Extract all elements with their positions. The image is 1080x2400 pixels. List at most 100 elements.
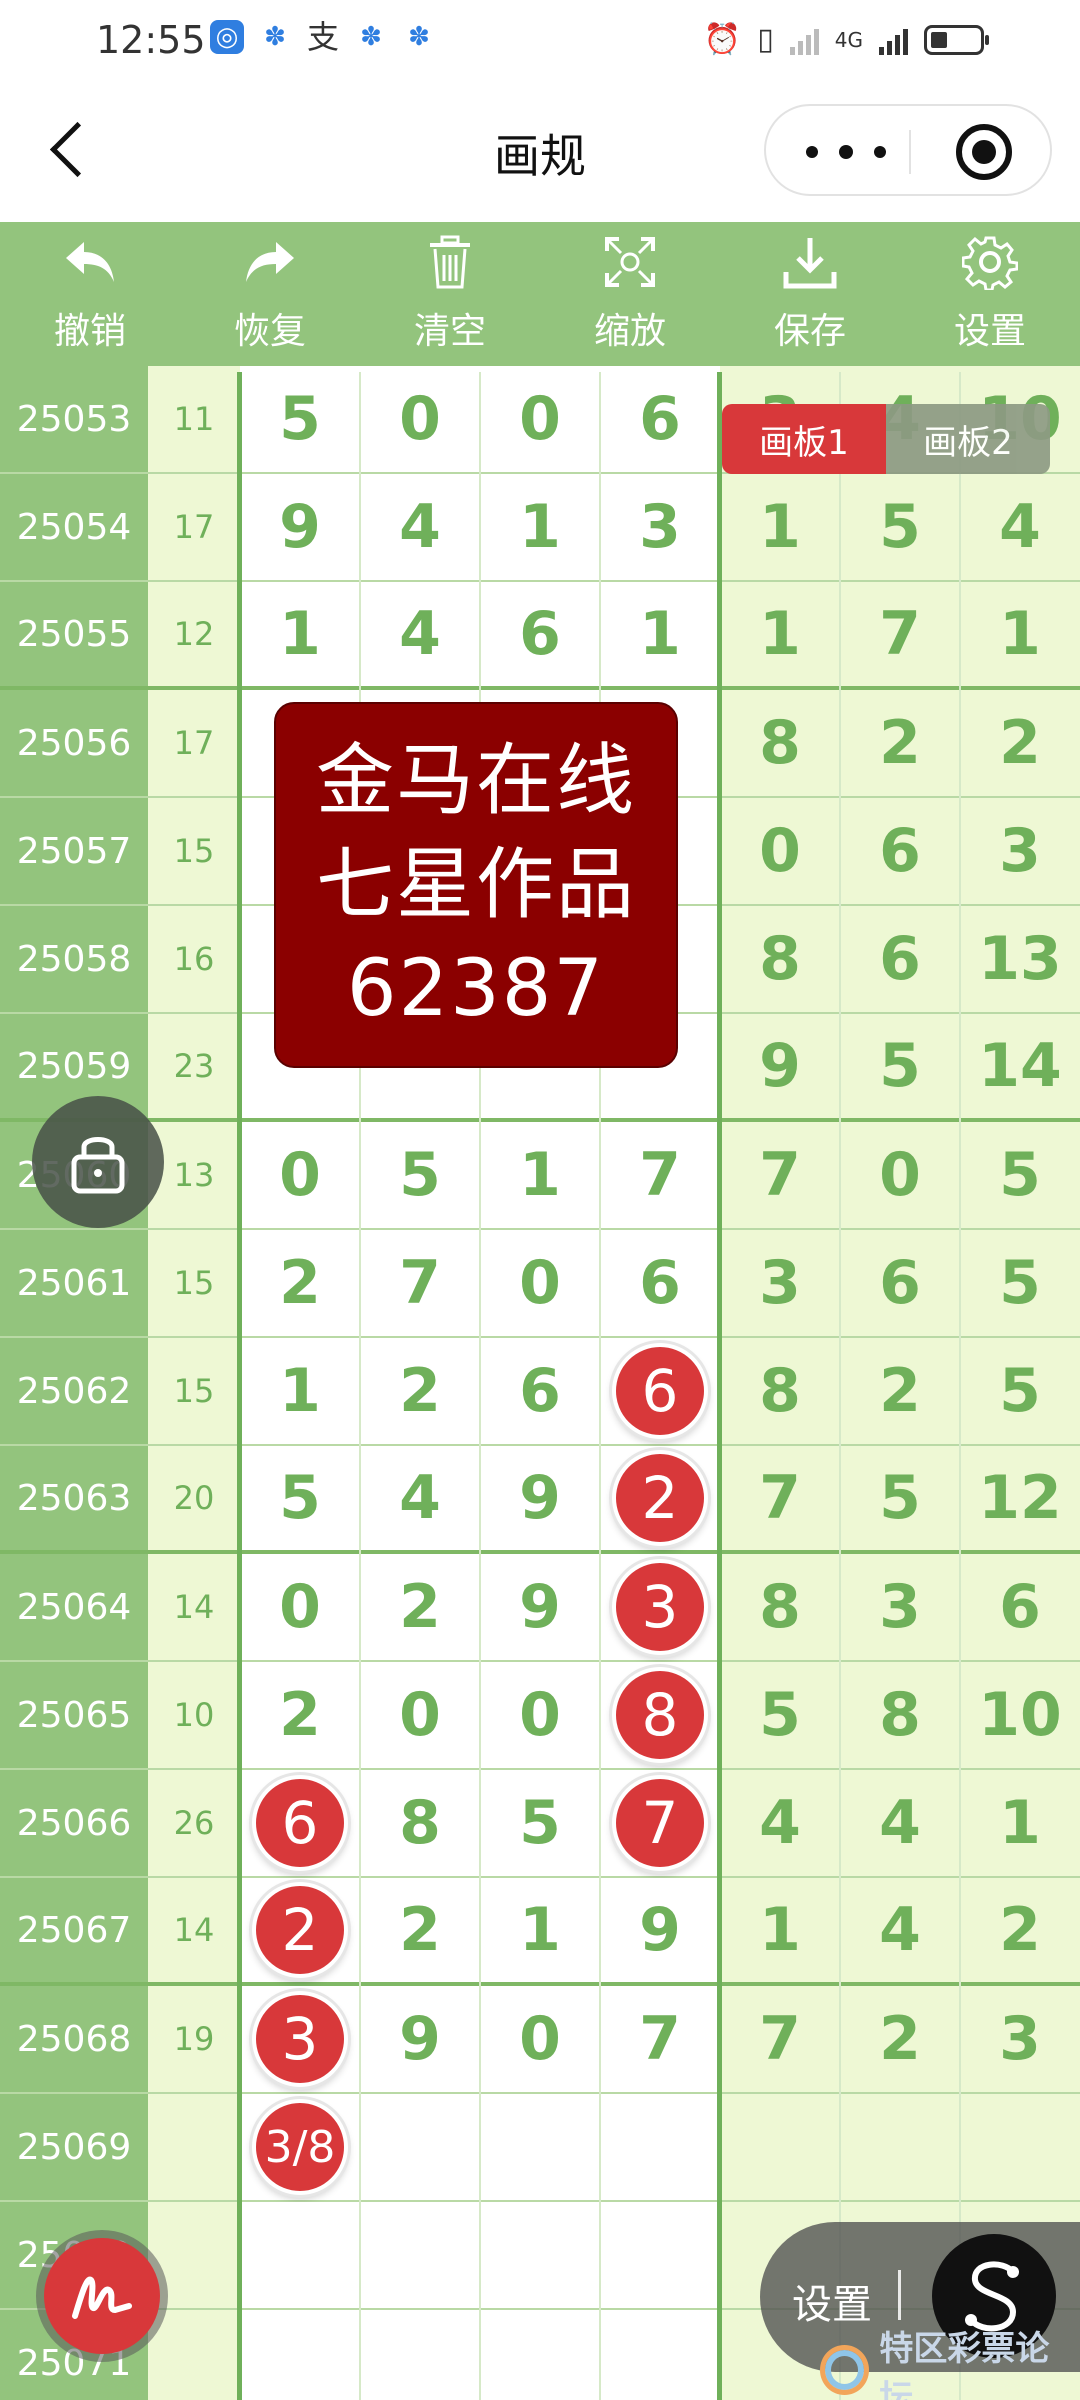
- forum-watermark: 特区彩票论坛: [820, 2329, 1080, 2400]
- marked-digit-ball[interactable]: 7: [612, 1775, 708, 1871]
- digit-cell[interactable]: 8: [360, 1770, 480, 1876]
- digit-cell[interactable]: 5: [480, 1770, 600, 1876]
- undo-button[interactable]: 撤销: [0, 222, 180, 372]
- digit-cell[interactable]: 9: [600, 1878, 720, 1982]
- marked-digit-ball[interactable]: 2: [612, 1450, 708, 1546]
- digit-sum: [148, 2310, 240, 2400]
- digit-cell[interactable]: 9: [240, 474, 360, 580]
- pen-button[interactable]: [44, 2238, 160, 2354]
- digit-cell[interactable]: [480, 2202, 600, 2308]
- digit-cell[interactable]: 6: [480, 1338, 600, 1444]
- forum-name: 特区彩票论坛: [879, 2329, 1050, 2400]
- digit-cell[interactable]: 3/8: [240, 2094, 360, 2200]
- marked-digit-ball[interactable]: 6: [252, 1775, 348, 1871]
- digit-cell[interactable]: 4: [360, 474, 480, 580]
- digit-cell[interactable]: 2: [240, 1878, 360, 1982]
- digit-cell[interactable]: 0: [360, 1662, 480, 1768]
- digit-cell[interactable]: 3: [600, 1554, 720, 1660]
- stat-cell: 3: [840, 1554, 960, 1660]
- redo-button[interactable]: 恢复: [180, 222, 360, 372]
- digit-cell[interactable]: 1: [600, 582, 720, 686]
- digit-cell[interactable]: 4: [360, 1446, 480, 1550]
- digit-cell[interactable]: 4: [360, 582, 480, 686]
- digit-cell[interactable]: 5: [240, 1446, 360, 1550]
- digit-cell[interactable]: 3: [600, 474, 720, 580]
- floating-settings-button[interactable]: 设置: [792, 2272, 872, 2330]
- digit-cell[interactable]: 8: [600, 1662, 720, 1768]
- digit-cell[interactable]: 7: [600, 1770, 720, 1876]
- digit-cell[interactable]: [240, 2310, 360, 2400]
- digit-cell[interactable]: [600, 2310, 720, 2400]
- grid-divider: [479, 372, 481, 2400]
- digit-cell[interactable]: [360, 2202, 480, 2308]
- baidu-paw-icon: ✽: [360, 22, 382, 52]
- digit-cell[interactable]: [360, 2094, 480, 2200]
- digit-cell[interactable]: 6: [600, 1338, 720, 1444]
- digit-cell[interactable]: 1: [480, 474, 600, 580]
- digit-cell[interactable]: 1: [240, 582, 360, 686]
- marked-digit-ball[interactable]: 6: [612, 1343, 708, 1439]
- save-button[interactable]: 保存: [720, 222, 900, 372]
- digit-cell[interactable]: 6: [240, 1770, 360, 1876]
- digit-cell[interactable]: [360, 2310, 480, 2400]
- stat-cell: 6: [840, 906, 960, 1012]
- alipay-icon: 支: [306, 18, 339, 56]
- digit-cell[interactable]: 9: [480, 1554, 600, 1660]
- digit-cell[interactable]: [480, 2094, 600, 2200]
- digit-cell[interactable]: 6: [600, 1230, 720, 1336]
- digit-cell[interactable]: 6: [480, 582, 600, 686]
- board-tabs: 画板1 画板2: [722, 404, 1050, 474]
- zoom-button[interactable]: 缩放: [540, 222, 720, 372]
- more-icon[interactable]: [806, 138, 886, 166]
- digit-cell[interactable]: 6: [600, 366, 720, 472]
- digit-cell[interactable]: 1: [480, 1122, 600, 1228]
- digit-cell[interactable]: 2: [240, 1662, 360, 1768]
- digit-cell[interactable]: 2: [600, 1446, 720, 1550]
- marked-digit-ball[interactable]: 8: [612, 1667, 708, 1763]
- digit-cell[interactable]: 2: [360, 1554, 480, 1660]
- digit-cell[interactable]: 5: [360, 1122, 480, 1228]
- digit-cell[interactable]: 9: [480, 1446, 600, 1550]
- lock-button[interactable]: [32, 1096, 164, 1228]
- digit-cell[interactable]: 0: [240, 1122, 360, 1228]
- tab-board-1[interactable]: 画板1: [722, 404, 886, 474]
- digit-cell[interactable]: 1: [240, 1338, 360, 1444]
- digit-cell[interactable]: 2: [360, 1338, 480, 1444]
- marked-digit-ball[interactable]: 3: [612, 1559, 708, 1655]
- digit-cell[interactable]: 9: [360, 1986, 480, 2092]
- digit-cell[interactable]: 1: [480, 1878, 600, 1982]
- digit-cell[interactable]: 0: [240, 1554, 360, 1660]
- battery-icon: [924, 24, 989, 55]
- stat-cell: 5: [960, 1230, 1080, 1336]
- settings-button[interactable]: 设置: [900, 222, 1080, 372]
- digit-cell[interactable]: [240, 2202, 360, 2308]
- stat-cell: 2: [840, 1338, 960, 1444]
- digit-cell[interactable]: 5: [240, 366, 360, 472]
- digit-cell[interactable]: 2: [360, 1878, 480, 1982]
- digit-cell[interactable]: [600, 2094, 720, 2200]
- redo-icon: [230, 222, 310, 302]
- digit-cell[interactable]: 0: [480, 366, 600, 472]
- digit-cell[interactable]: 7: [360, 1230, 480, 1336]
- number-grid[interactable]: 2505311500634102505417941315425055121461…: [0, 366, 1080, 2400]
- digit-cell[interactable]: 0: [480, 1230, 600, 1336]
- digit-cell[interactable]: 0: [480, 1662, 600, 1768]
- digit-cell[interactable]: 2: [240, 1230, 360, 1336]
- digit-cell[interactable]: 3: [240, 1986, 360, 2092]
- tab-board-2[interactable]: 画板2: [886, 404, 1050, 474]
- lock-icon: [71, 1137, 125, 1194]
- digit-cell[interactable]: [600, 2202, 720, 2308]
- signal-icon: [789, 25, 819, 55]
- digit-cell[interactable]: 7: [600, 1986, 720, 2092]
- marked-digit-ball[interactable]: 3/8: [252, 2099, 348, 2195]
- marked-digit-ball[interactable]: 2: [252, 1882, 348, 1978]
- close-miniapp-icon[interactable]: [956, 124, 1012, 180]
- clear-button[interactable]: 清空: [360, 222, 540, 372]
- digit-cell[interactable]: 0: [360, 366, 480, 472]
- digit-cell[interactable]: [480, 2310, 600, 2400]
- stat-cell: 10: [960, 1662, 1080, 1768]
- digit-cell[interactable]: 7: [600, 1122, 720, 1228]
- marked-digit-ball[interactable]: 3: [252, 1991, 348, 2087]
- digit-sum: 16: [148, 906, 240, 1012]
- digit-cell[interactable]: 0: [480, 1986, 600, 2092]
